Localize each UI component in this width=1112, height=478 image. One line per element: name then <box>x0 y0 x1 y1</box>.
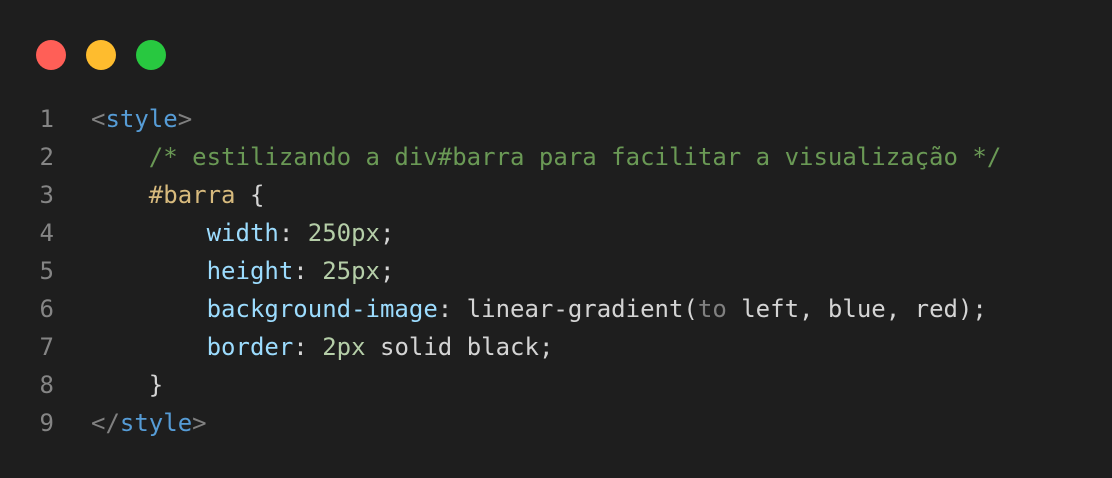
code-text: </style> <box>91 404 207 442</box>
code-line: 4 width: 250px; <box>0 214 1112 252</box>
code-token: width <box>206 219 279 247</box>
code-token: style <box>119 409 193 437</box>
code-text: #barra { <box>91 176 265 214</box>
code-text: height: 25px; <box>91 252 395 290</box>
code-token: : <box>278 219 308 247</box>
code-token: solid black; <box>365 333 554 361</box>
code-line: 3 #barra { <box>0 176 1112 214</box>
code-text: border: 2px solid black; <box>91 328 554 366</box>
code-token: < <box>91 105 106 133</box>
code-text: /* estilizando a div#barra para facilita… <box>91 138 1002 176</box>
code-text: width: 250px; <box>91 214 395 252</box>
code-token: style <box>105 105 178 133</box>
code-token: 250px <box>307 219 380 247</box>
line-number: 8 <box>39 371 54 399</box>
window-controls <box>36 40 166 70</box>
code-token: > <box>177 105 193 133</box>
code-token: 2px <box>322 333 366 361</box>
code-token: ; <box>380 219 395 247</box>
line-number: 1 <box>39 105 54 133</box>
code-token: height <box>206 257 294 285</box>
line-number: 3 <box>39 181 54 209</box>
code-token: left, blue, red); <box>726 295 987 323</box>
code-text: <style> <box>91 100 192 138</box>
code-line: 2 /* estilizando a div#barra para facili… <box>0 138 1112 176</box>
code-token: > <box>192 409 207 437</box>
code-token: /* estilizando a div#barra para facilita… <box>148 143 1002 171</box>
line-number: 5 <box>39 257 54 285</box>
code-token: </ <box>91 409 120 437</box>
code-token: 25px <box>322 257 380 285</box>
line-number: 7 <box>39 333 54 361</box>
code-token: #barra <box>148 181 236 209</box>
line-number: 2 <box>39 143 54 171</box>
code-line: 7 border: 2px solid black; <box>0 328 1112 366</box>
minimize-button[interactable] <box>86 40 116 70</box>
code-token: : linear-gradient( <box>437 295 698 323</box>
code-line: 8 } <box>0 366 1112 404</box>
code-token: } <box>91 371 164 399</box>
code-token: { <box>235 181 265 209</box>
code-token: ; <box>380 257 395 285</box>
code-token: : <box>293 333 323 361</box>
code-token: to <box>697 295 727 323</box>
line-number: 4 <box>39 219 54 247</box>
line-number: 9 <box>39 409 54 437</box>
close-button[interactable] <box>36 40 66 70</box>
code-text: } <box>91 366 163 404</box>
code-line: 6 background-image: linear-gradient(to l… <box>0 290 1112 328</box>
code-line: 5 height: 25px; <box>0 252 1112 290</box>
code-token: border <box>206 333 294 361</box>
line-number: 6 <box>39 295 54 323</box>
code-editor[interactable]: 1 <style> 2 /* estilizando a div#barra par… <box>0 100 1112 442</box>
maximize-button[interactable] <box>136 40 166 70</box>
code-line: 1 <style> <box>0 100 1112 138</box>
code-text: background-image: linear-gradient(to lef… <box>91 290 987 328</box>
code-token: : <box>293 257 323 285</box>
code-token: background-image <box>206 295 438 323</box>
code-window: 1 <style> 2 /* estilizando a div#barra par… <box>0 0 1112 478</box>
code-line: 9 </style> <box>0 404 1112 442</box>
